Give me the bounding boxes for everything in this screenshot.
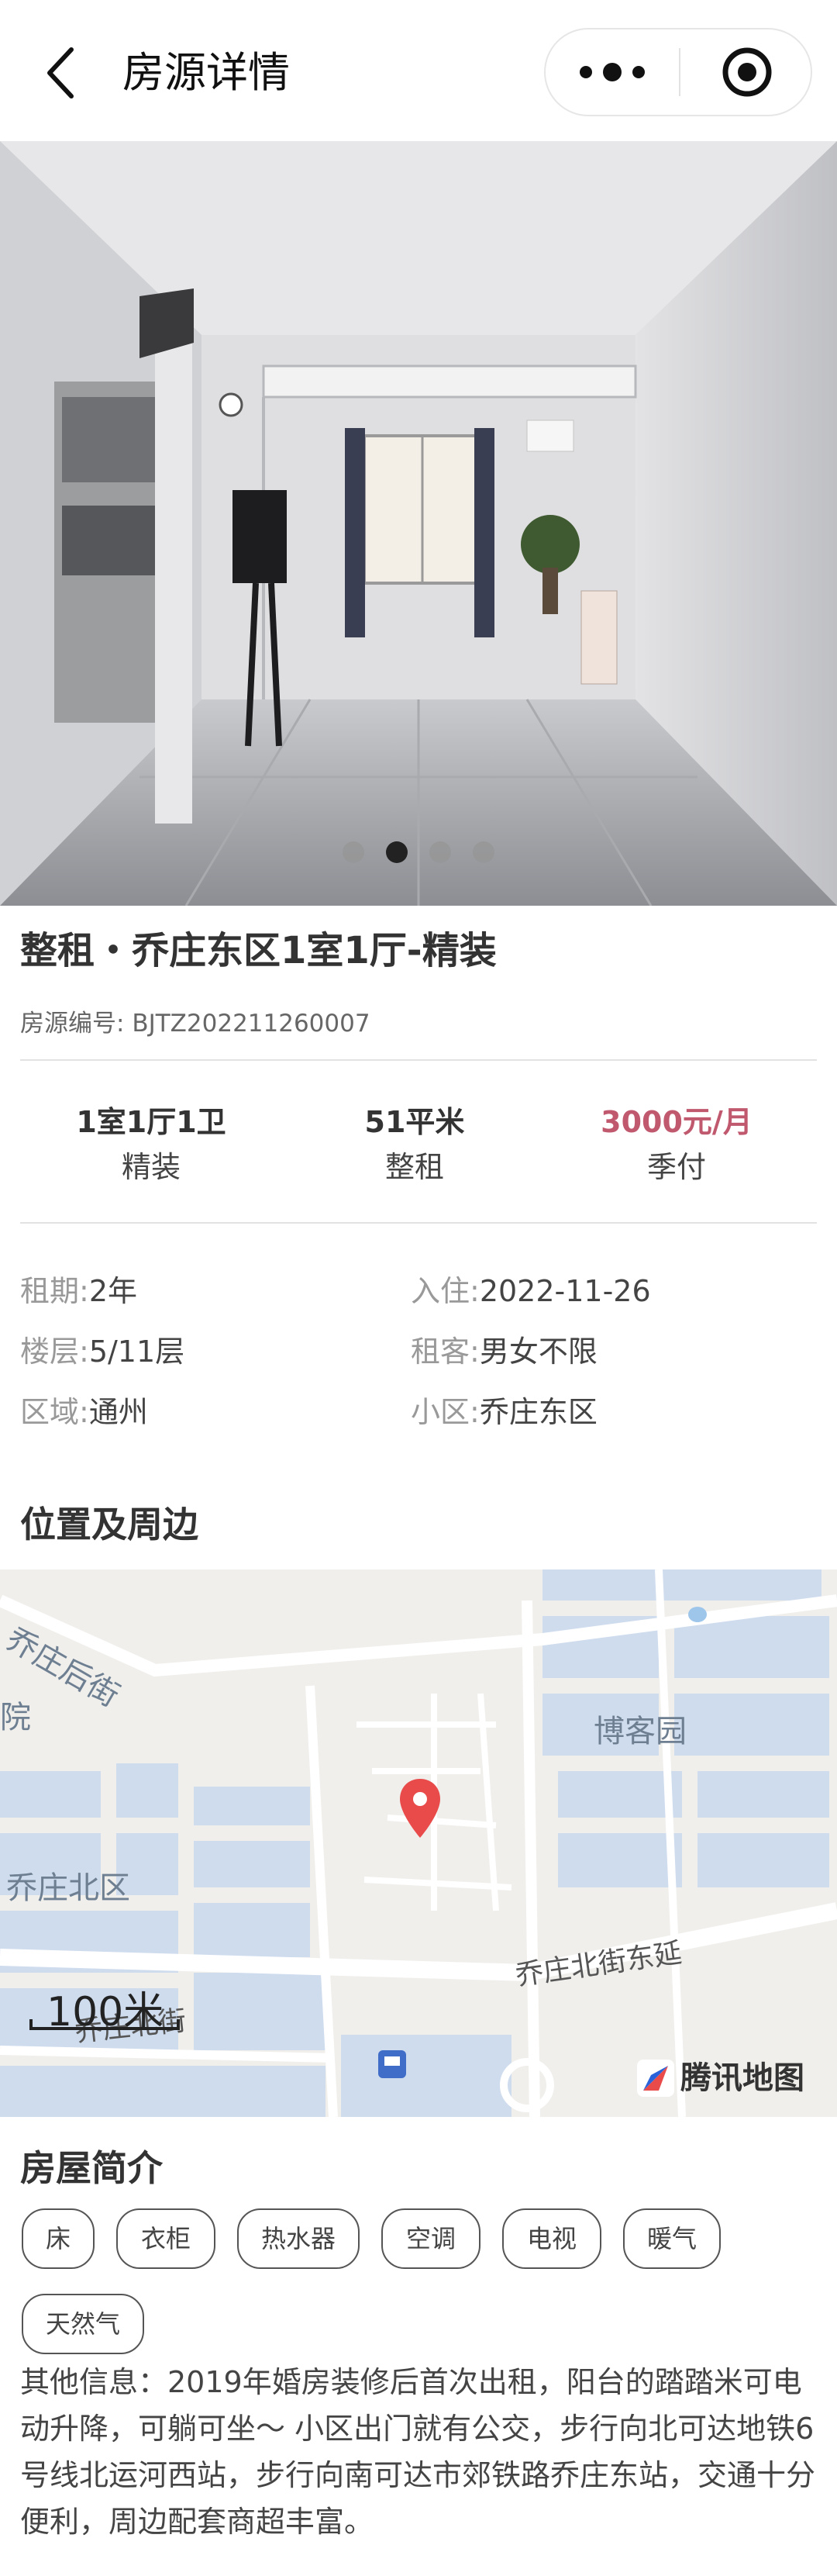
house-code-label: 房源编号: xyxy=(20,1010,125,1038)
navigation-bar: 房源详情 xyxy=(0,0,837,141)
detail-key: 租期: xyxy=(20,1274,89,1308)
stat-value: 1室1厅1卫 xyxy=(76,1105,226,1139)
detail-key: 区域: xyxy=(20,1395,89,1429)
detail-key: 楼层: xyxy=(20,1335,89,1369)
chevron-left-icon xyxy=(47,47,74,98)
tencent-map-logo-icon xyxy=(637,2060,674,2097)
close-mini-program-button[interactable] xyxy=(682,29,812,115)
map-label: 院 xyxy=(0,1700,31,1735)
detail-move-in: 入住:2022-11-26 xyxy=(411,1273,651,1309)
facility-tag: 床 xyxy=(22,2208,95,2269)
detail-area: 区域:通州 xyxy=(20,1394,148,1430)
intro-section-title: 房屋简介 xyxy=(20,2147,163,2189)
house-photo-carousel[interactable] xyxy=(0,141,837,906)
stat-value: 51平米 xyxy=(364,1105,465,1139)
map-brand-label: 腾讯地图 xyxy=(680,2060,804,2096)
detail-key: 入住: xyxy=(411,1274,480,1308)
house-title: 整租・乔庄东区1室1厅-精装 xyxy=(20,929,497,972)
detail-value: 5/11层 xyxy=(88,1335,185,1369)
facility-tag: 空调 xyxy=(381,2208,480,2269)
other-info-text: 其他信息：2019年婚房装修后首次出租，阳台的踏踏米可电动升降，可躺可坐～ 小区… xyxy=(20,2365,816,2539)
carousel-dot[interactable] xyxy=(343,841,364,863)
map-label: 博客园 xyxy=(594,1714,687,1749)
stat-label: 精装 xyxy=(121,1150,181,1184)
carousel-dot-active[interactable] xyxy=(386,841,408,863)
detail-value: 通州 xyxy=(88,1395,148,1429)
house-code-value: BJTZ202211260007 xyxy=(132,1010,370,1038)
mini-program-capsule xyxy=(544,28,812,116)
detail-community: 小区:乔庄东区 xyxy=(411,1394,598,1430)
target-icon xyxy=(722,47,772,97)
carousel-indicator xyxy=(0,841,837,865)
facility-tag: 衣柜 xyxy=(116,2208,215,2269)
divider xyxy=(20,1222,817,1224)
stat-area: 51平米 整租 xyxy=(287,1104,542,1185)
stat-layout: 1室1厅1卫 精装 xyxy=(23,1104,279,1185)
stat-label: 季付 xyxy=(646,1150,706,1184)
detail-value: 2022-11-26 xyxy=(479,1274,651,1308)
more-dots-icon xyxy=(580,63,645,81)
carousel-dot[interactable] xyxy=(429,841,451,863)
capsule-divider xyxy=(679,48,680,96)
more-button[interactable] xyxy=(546,29,679,115)
back-button[interactable] xyxy=(40,45,81,101)
stat-label: 整租 xyxy=(384,1150,444,1184)
facility-tag: 天然气 xyxy=(22,2294,144,2354)
detail-key: 租客: xyxy=(411,1335,480,1369)
facility-tag: 热水器 xyxy=(237,2208,360,2269)
detail-value: 乔庄东区 xyxy=(479,1395,598,1429)
carousel-dot[interactable] xyxy=(473,841,494,863)
location-section-title: 位置及周边 xyxy=(20,1504,198,1545)
facility-tag: 电视 xyxy=(502,2208,601,2269)
facility-tag: 暖气 xyxy=(623,2208,721,2269)
detail-lease-term: 租期:2年 xyxy=(20,1273,137,1309)
detail-value: 男女不限 xyxy=(479,1335,598,1369)
living-room-photo xyxy=(0,141,837,906)
detail-value: 2年 xyxy=(88,1274,137,1308)
divider xyxy=(20,1059,817,1061)
stat-value-price: 3000元/月 xyxy=(601,1105,753,1139)
map-label: 乔庄北区 xyxy=(6,1870,130,1906)
house-code: 房源编号: BJTZ202211260007 xyxy=(20,1003,370,1038)
map-pin-icon xyxy=(400,1779,440,1838)
page-title: 房源详情 xyxy=(122,48,290,97)
detail-floor: 楼层:5/11层 xyxy=(20,1334,184,1369)
map-brand: 腾讯地图 xyxy=(631,2055,804,2101)
detail-tenant: 租客:男女不限 xyxy=(411,1334,598,1369)
detail-key: 小区: xyxy=(411,1395,480,1429)
stat-price: 3000元/月 季付 xyxy=(549,1104,804,1185)
map-scale-bar xyxy=(29,2019,180,2030)
location-map[interactable]: 乔庄后街 博客园 乔庄北区 乔庄北街东延 乔庄北街 院 100米 腾讯地图 xyxy=(0,1569,837,2117)
